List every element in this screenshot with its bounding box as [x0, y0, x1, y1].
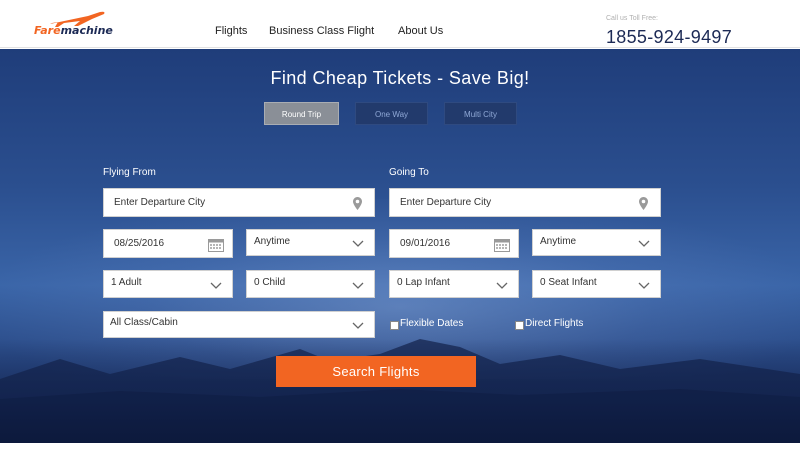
- departure-time-select[interactable]: Anytime: [246, 229, 375, 256]
- chevron-down-icon: [638, 240, 650, 247]
- flexible-dates-option[interactable]: Flexible Dates: [390, 317, 463, 330]
- hero-title: Find Cheap Tickets - Save Big!: [270, 68, 530, 88]
- chevron-down-icon: [352, 240, 364, 247]
- flexible-dates-label: Flexible Dates: [400, 318, 464, 329]
- lap-infant-select[interactable]: 0 Lap Infant: [389, 270, 519, 298]
- flying-from-label: Flying From: [103, 167, 156, 178]
- direct-flights-label: Direct Flights: [525, 318, 584, 329]
- return-date-value: 09/01/2016: [400, 238, 451, 249]
- faremachine-logo[interactable]: Faremachine: [34, 10, 114, 40]
- search-flights-button[interactable]: Search Flights: [276, 356, 476, 387]
- departure-city-placeholder: Enter Departure City: [114, 197, 206, 208]
- adults-value: 1 Adult: [111, 277, 142, 288]
- departure-date-input[interactable]: 08/25/2016: [103, 229, 233, 258]
- return-time-value: Anytime: [540, 236, 577, 247]
- departure-date-value: 08/25/2016: [114, 238, 165, 249]
- seat-infant-select[interactable]: 0 Seat Infant: [532, 270, 661, 298]
- going-to-label: Going To: [389, 167, 429, 178]
- flexible-dates-checkbox[interactable]: [390, 321, 399, 330]
- departure-time-value: Anytime: [254, 236, 291, 247]
- return-time-select[interactable]: Anytime: [532, 229, 661, 256]
- toll-free-label: Call us Toll Free:: [606, 15, 659, 22]
- chevron-down-icon: [496, 282, 508, 289]
- chevron-down-icon: [352, 282, 364, 289]
- adults-select[interactable]: 1 Adult: [103, 270, 233, 298]
- nav-business-class-flight[interactable]: Business Class Flight: [269, 25, 374, 37]
- direct-flights-option[interactable]: Direct Flights: [515, 317, 583, 330]
- toll-free-number[interactable]: 1855-924-9497: [606, 27, 732, 48]
- nav-about-us[interactable]: About Us: [398, 25, 443, 37]
- cabin-class-select[interactable]: All Class/Cabin: [103, 311, 375, 338]
- tab-round-trip[interactable]: Round Trip: [264, 102, 339, 125]
- seat-infant-value: 0 Seat Infant: [540, 277, 597, 288]
- direct-flights-checkbox[interactable]: [515, 321, 524, 330]
- calendar-icon[interactable]: [208, 238, 224, 252]
- hero-search-section: Find Cheap Tickets - Save Big! Round Tri…: [0, 49, 800, 443]
- departure-city-input[interactable]: Enter Departure City: [103, 188, 375, 217]
- children-select[interactable]: 0 Child: [246, 270, 375, 298]
- map-pin-icon: [639, 197, 648, 210]
- map-pin-icon: [353, 197, 362, 210]
- site-header: Faremachine Flights Business Class Fligh…: [0, 0, 800, 48]
- chevron-down-icon: [638, 282, 650, 289]
- destination-city-placeholder: Enter Departure City: [400, 197, 492, 208]
- lap-infant-value: 0 Lap Infant: [397, 277, 450, 288]
- logo-text-machine: machine: [60, 24, 113, 37]
- tab-one-way[interactable]: One Way: [355, 102, 428, 125]
- cabin-class-value: All Class/Cabin: [110, 317, 178, 328]
- children-value: 0 Child: [254, 277, 286, 288]
- calendar-icon[interactable]: [494, 238, 510, 252]
- tab-multi-city[interactable]: Multi City: [444, 102, 517, 125]
- chevron-down-icon: [352, 322, 364, 329]
- return-date-input[interactable]: 09/01/2016: [389, 229, 519, 258]
- nav-flights[interactable]: Flights: [215, 25, 247, 37]
- logo-text-fare: Fare: [34, 24, 61, 37]
- destination-city-input[interactable]: Enter Departure City: [389, 188, 661, 217]
- hero-bottom-shade: [0, 339, 800, 443]
- chevron-down-icon: [210, 282, 222, 289]
